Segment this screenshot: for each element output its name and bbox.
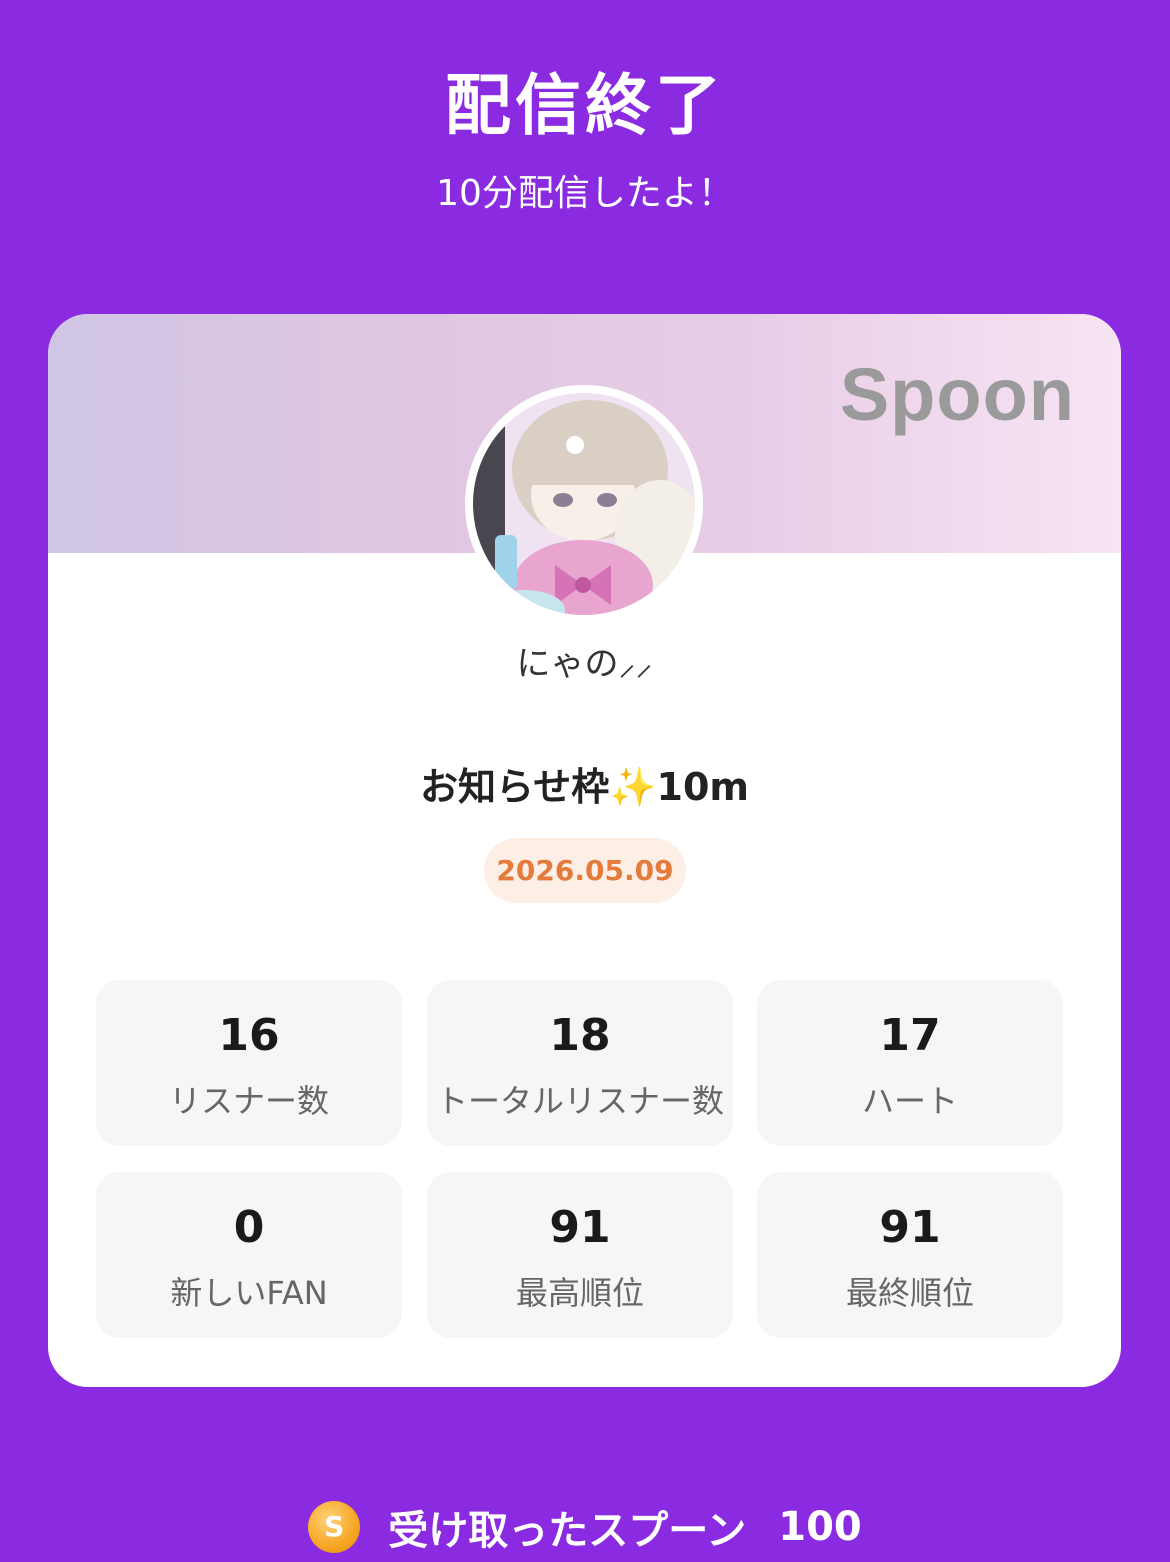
stat-final-rank: 91 最終順位 bbox=[757, 1172, 1063, 1338]
stream-title: お知らせ枠✨10m bbox=[419, 765, 750, 809]
stat-label: 新しいFAN bbox=[170, 1274, 328, 1312]
stat-value: 17 bbox=[879, 1010, 941, 1061]
stat-value: 91 bbox=[549, 1202, 611, 1253]
spoons-received: S 受け取ったスプーン 100 bbox=[0, 1498, 1170, 1558]
stat-value: 18 bbox=[549, 1010, 611, 1061]
avatar-image bbox=[465, 385, 703, 623]
stat-label: トータルリスナー数 bbox=[435, 1082, 724, 1120]
summary-card: Spoon にゃの⸝⸝ お知らせ枠✨10m 2026.05.09 16 リスナー… bbox=[48, 314, 1121, 1387]
username: にゃの⸝⸝ bbox=[516, 644, 653, 684]
stat-label: ハート bbox=[861, 1082, 958, 1120]
stat-value: 91 bbox=[879, 1202, 941, 1253]
spoons-label: 受け取ったスプーン bbox=[388, 1508, 747, 1554]
stat-value: 16 bbox=[218, 1010, 280, 1061]
stat-highest-rank: 91 最高順位 bbox=[427, 1172, 733, 1338]
date-badge: 2026.05.09 bbox=[484, 838, 686, 903]
stat-hearts: 17 ハート bbox=[757, 980, 1063, 1146]
page-subtitle: 10分配信したよ！ bbox=[436, 173, 734, 214]
stat-label: リスナー数 bbox=[168, 1082, 329, 1120]
spoons-count: 100 bbox=[778, 1504, 862, 1550]
spoon-coin-icon: S bbox=[308, 1501, 361, 1553]
stat-label: 最終順位 bbox=[845, 1274, 974, 1312]
page-title: 配信終了 bbox=[445, 67, 725, 144]
stat-label: 最高順位 bbox=[515, 1274, 644, 1312]
stat-listeners: 16 リスナー数 bbox=[96, 980, 402, 1146]
stat-total-listeners: 18 トータルリスナー数 bbox=[427, 980, 733, 1146]
stat-new-fans: 0 新しいFAN bbox=[96, 1172, 402, 1338]
stat-value: 0 bbox=[233, 1202, 265, 1253]
avatar[interactable] bbox=[465, 385, 703, 623]
brand-logo: Spoon bbox=[839, 353, 1075, 436]
